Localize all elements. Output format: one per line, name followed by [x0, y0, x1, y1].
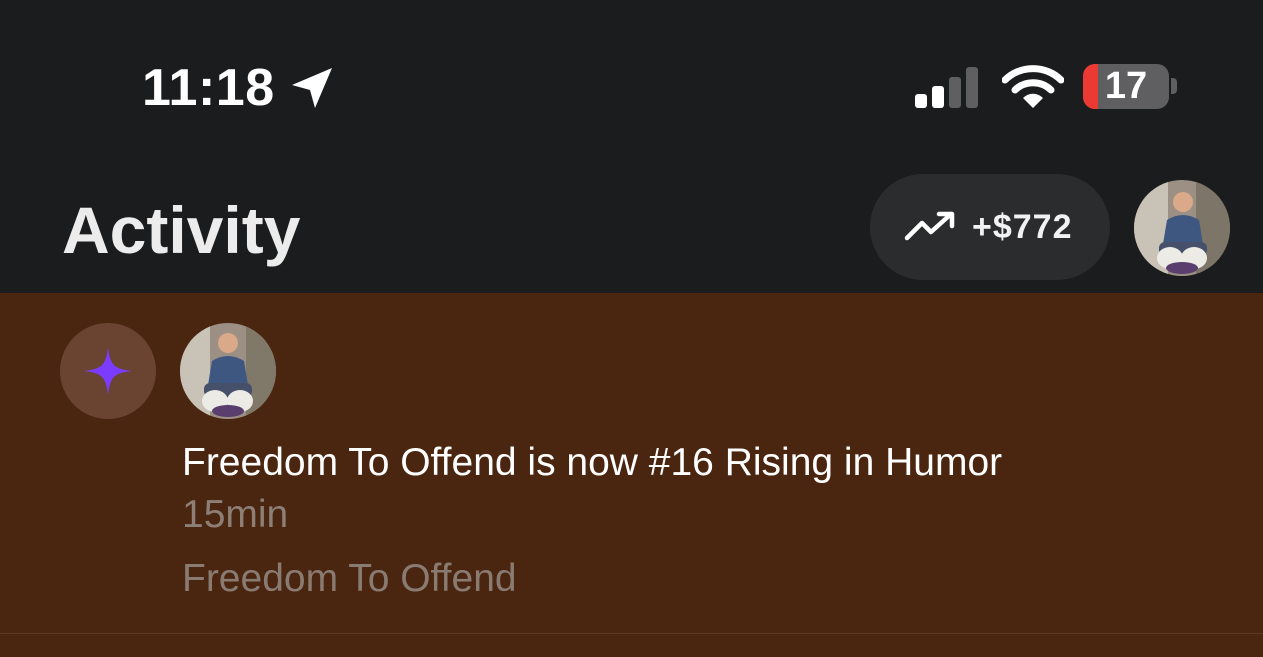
sparkle-icon: [84, 347, 132, 395]
profile-avatar[interactable]: [1134, 180, 1230, 276]
battery-level-label: 17: [1104, 65, 1148, 107]
activity-type-badge: [60, 323, 156, 419]
publication-avatar-image: [180, 323, 276, 419]
cellular-signal-icon: [915, 67, 978, 108]
profile-avatar-image: [1134, 180, 1230, 276]
next-activity-item: [0, 634, 1263, 657]
trending-up-icon: [904, 211, 955, 241]
activity-item[interactable]: Freedom To Offend is now #16 Rising in H…: [0, 293, 1263, 633]
status-time: 11:18: [142, 59, 275, 117]
activity-publication-name: Freedom To Offend: [182, 557, 517, 600]
page-title: Activity: [62, 193, 301, 267]
activity-message-text: Freedom To Offend is now #16 Rising in H…: [182, 441, 1003, 484]
publication-avatar[interactable]: [180, 323, 276, 419]
battery-cap: [1171, 78, 1177, 94]
signal-bar-2: [932, 86, 944, 108]
signal-bar-3: [949, 77, 961, 108]
earnings-label: +$772: [972, 208, 1073, 246]
activity-screen: 11:18 17 Activity +$772 Freedom To Offen…: [0, 0, 1263, 657]
activity-timestamp: 15min: [182, 493, 289, 536]
signal-bar-1: [915, 94, 927, 108]
signal-bar-4: [966, 67, 978, 108]
wifi-icon: [1002, 65, 1064, 108]
earnings-button[interactable]: +$772: [870, 174, 1110, 280]
location-arrow-icon: [292, 68, 332, 108]
activity-message: Freedom To Offend is now #16 Rising in H…: [182, 437, 1082, 541]
battery-indicator: 17: [1083, 64, 1169, 109]
